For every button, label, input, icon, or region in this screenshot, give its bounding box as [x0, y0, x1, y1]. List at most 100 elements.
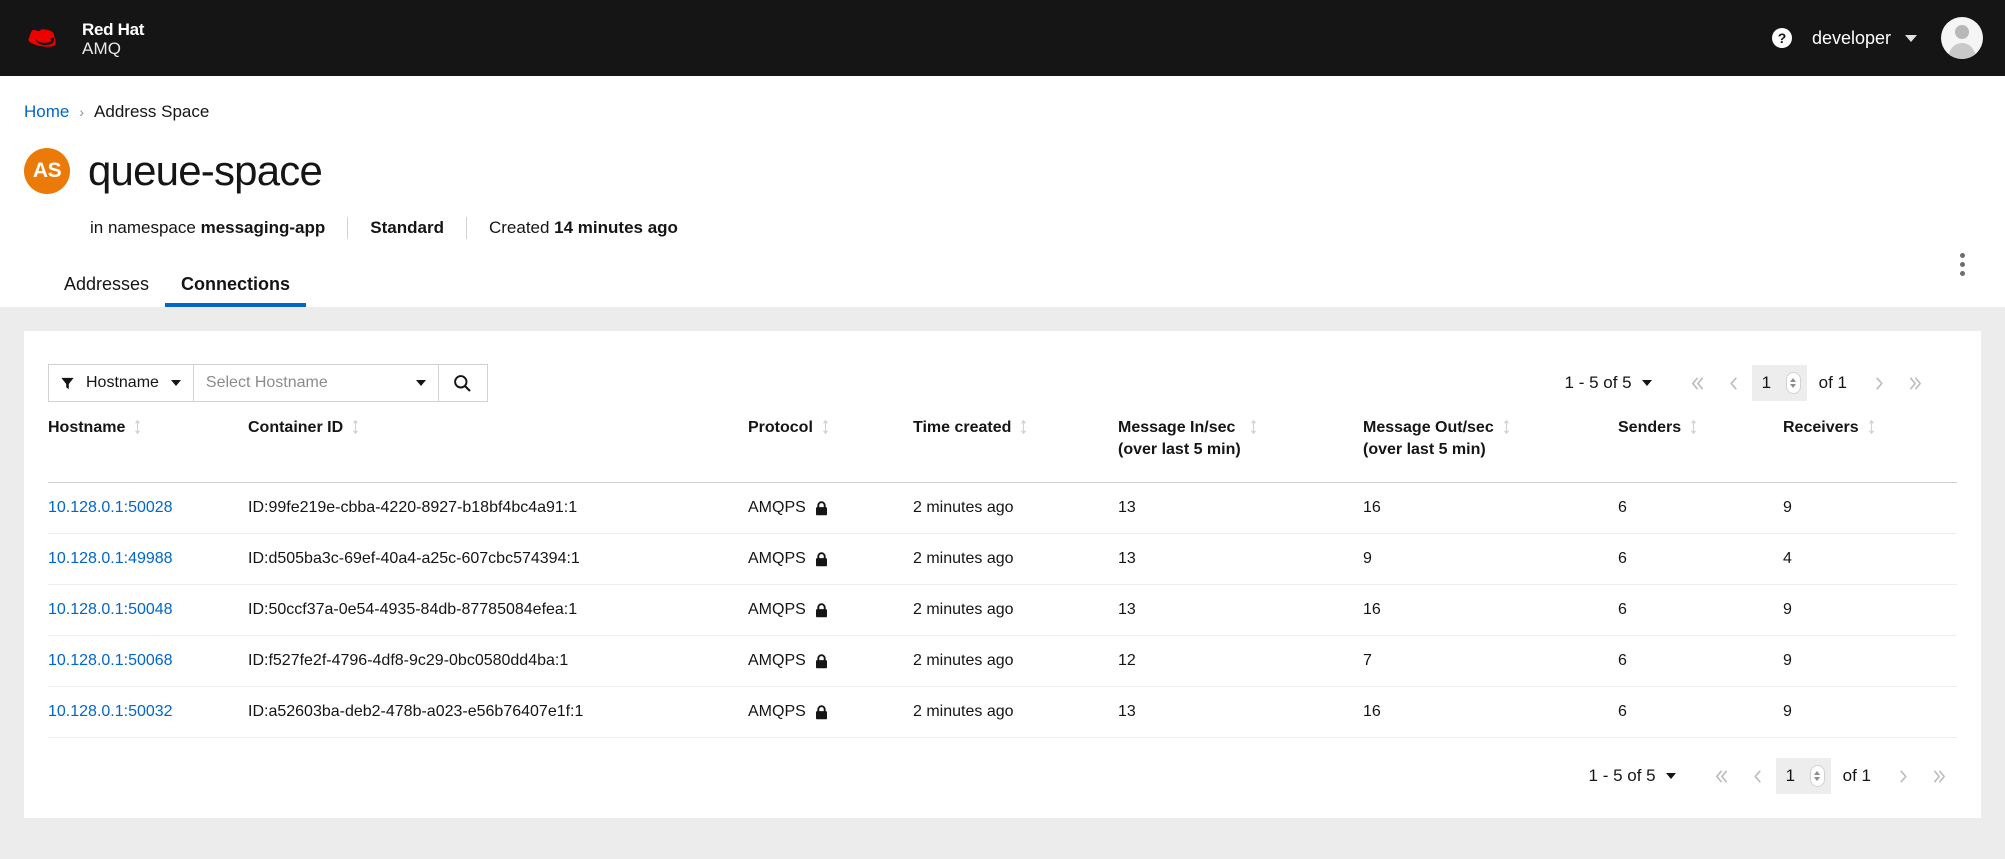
svg-text:?: ?: [1778, 30, 1787, 46]
caret-down-icon: [170, 380, 181, 386]
sort-icon[interactable]: [821, 419, 830, 435]
brand-name: Red Hat: [82, 19, 145, 39]
brand-product: AMQ: [82, 38, 122, 58]
sort-icon[interactable]: [1019, 419, 1028, 435]
pagination-total-pages: of 1: [1842, 766, 1871, 785]
pagination-next-button[interactable]: [1885, 758, 1921, 794]
pagination-page-input[interactable]: [1761, 373, 1780, 393]
column-sublabel: (over last 5 min): [1363, 440, 1486, 458]
cell-receivers: 9: [1783, 686, 1957, 739]
question-circle-icon: ?: [1771, 28, 1792, 48]
number-spinner-icon[interactable]: [1785, 372, 1801, 394]
pagination-summary-dropdown[interactable]: 1 - 5 of 5: [1589, 766, 1676, 786]
masthead: Red Hat AMQ ? developer: [0, 0, 2005, 76]
cell-message-out: 16: [1363, 482, 1618, 535]
cell-message-in: 13: [1118, 584, 1363, 637]
hostname-link[interactable]: 10.128.0.1:49988: [48, 550, 173, 567]
sort-icon[interactable]: [1249, 419, 1258, 435]
pagination-previous-button[interactable]: [1716, 365, 1752, 401]
created-label: Created: [488, 218, 555, 237]
connections-toolbar: Hostname 1 - 5 of 5: [24, 331, 1981, 409]
search-button[interactable]: [438, 364, 488, 402]
column-header-message-out[interactable]: Message Out/sec (over last 5 min): [1363, 409, 1618, 484]
brand-logo-group[interactable]: Red Hat AMQ: [24, 20, 144, 57]
cell-protocol: AMQPS: [748, 533, 913, 586]
caret-down-icon[interactable]: [415, 380, 426, 386]
pagination-previous-button[interactable]: [1740, 758, 1776, 794]
filter-type-label: Hostname: [86, 374, 159, 391]
sort-icon[interactable]: [1867, 419, 1876, 435]
cell-message-in: 12: [1118, 635, 1363, 688]
tab-addresses[interactable]: Addresses: [48, 274, 165, 307]
sort-icon[interactable]: [351, 419, 360, 435]
pagination-page-input[interactable]: [1785, 766, 1804, 786]
sort-icon[interactable]: [133, 419, 142, 435]
page-title: queue-space: [88, 147, 323, 194]
protocol-label: AMQPS: [748, 550, 806, 568]
plan-value: Standard: [370, 218, 444, 237]
user-menu-button[interactable]: developer: [1804, 16, 1927, 60]
angle-right-icon: [1899, 770, 1907, 782]
column-header-senders[interactable]: Senders: [1618, 409, 1783, 484]
cell-senders: 6: [1618, 686, 1783, 739]
pagination-last-button[interactable]: [1897, 365, 1933, 401]
column-header-message-in[interactable]: Message In/sec (over last 5 min): [1118, 409, 1363, 484]
hostname-link[interactable]: 10.128.0.1:50028: [48, 499, 173, 516]
column-header-container-id[interactable]: Container ID: [248, 409, 748, 484]
help-button[interactable]: ?: [1760, 16, 1804, 60]
spinner-up-arrow[interactable]: [1814, 771, 1821, 775]
pagination-next-button[interactable]: [1861, 365, 1897, 401]
spinner-up-arrow[interactable]: [1790, 378, 1797, 382]
column-header-hostname[interactable]: Hostname: [48, 409, 248, 484]
column-label: Message Out/sec: [1363, 419, 1494, 436]
kebab-dot: [1959, 252, 1965, 258]
hostname-link[interactable]: 10.128.0.1:50032: [48, 703, 173, 720]
column-header-time-created[interactable]: Time created: [913, 409, 1118, 484]
cell-senders: 6: [1618, 635, 1783, 688]
pagination-last-button[interactable]: [1921, 758, 1957, 794]
cell-senders: 6: [1618, 482, 1783, 535]
page-tabs: Addresses Connections: [48, 274, 1981, 307]
breadcrumb-item-home[interactable]: Home: [24, 102, 69, 122]
angle-double-right-icon: [1933, 770, 1945, 782]
hostname-link[interactable]: 10.128.0.1:50048: [48, 601, 173, 618]
cell-container-id: ID:d505ba3c-69ef-40a4-a25c-607cbc574394:…: [248, 533, 748, 586]
search-icon: [454, 374, 472, 392]
filter-type-dropdown[interactable]: Hostname: [48, 364, 194, 402]
cell-container-id: ID:50ccf37a-0e54-4935-84db-87785084efea:…: [248, 584, 748, 637]
breadcrumb-separator-icon: ›: [79, 104, 85, 120]
tab-connections[interactable]: Connections: [165, 274, 307, 307]
sort-icon[interactable]: [1689, 419, 1698, 435]
search-input[interactable]: [205, 374, 416, 392]
avatar[interactable]: [1941, 17, 1983, 59]
cell-hostname: 10.128.0.1:49988: [48, 533, 248, 586]
spinner-down-arrow[interactable]: [1790, 384, 1797, 388]
sort-icon[interactable]: [1502, 419, 1511, 435]
pagination-summary-dropdown[interactable]: 1 - 5 of 5: [1565, 373, 1652, 393]
column-header-protocol[interactable]: Protocol: [748, 409, 913, 484]
pagination-first-button[interactable]: [1680, 365, 1716, 401]
hostname-link[interactable]: 10.128.0.1:50068: [48, 652, 173, 669]
cell-message-out: 16: [1363, 686, 1618, 739]
cell-message-out: 16: [1363, 584, 1618, 637]
address-space-badge: AS: [24, 148, 70, 194]
pagination-page-input-group[interactable]: [1775, 758, 1831, 794]
column-label: Senders: [1618, 419, 1682, 436]
meta-divider: [465, 217, 467, 239]
cell-hostname: 10.128.0.1:50068: [48, 635, 248, 688]
hostname-typeahead[interactable]: [193, 364, 439, 402]
cell-container-id: ID:a52603ba-deb2-478b-a023-e56b76407e1f:…: [248, 686, 748, 739]
filter-funnel-icon: [61, 377, 74, 389]
cell-time-created: 2 minutes ago: [913, 482, 1118, 535]
pagination-first-button[interactable]: [1704, 758, 1740, 794]
number-spinner-icon[interactable]: [1809, 765, 1825, 787]
angle-double-left-icon: [1716, 770, 1728, 782]
column-header-receivers[interactable]: Receivers: [1783, 409, 1957, 484]
connections-table: Hostname Container ID Protocol Time crea…: [48, 409, 1957, 739]
cell-container-id: ID:f527fe2f-4796-4df8-9c29-0bc0580dd4ba:…: [248, 635, 748, 688]
lock-icon: [815, 501, 827, 515]
pagination-page-input-group[interactable]: [1751, 365, 1807, 401]
protocol-label: AMQPS: [748, 703, 806, 721]
cell-time-created: 2 minutes ago: [913, 584, 1118, 637]
spinner-down-arrow[interactable]: [1814, 777, 1821, 781]
